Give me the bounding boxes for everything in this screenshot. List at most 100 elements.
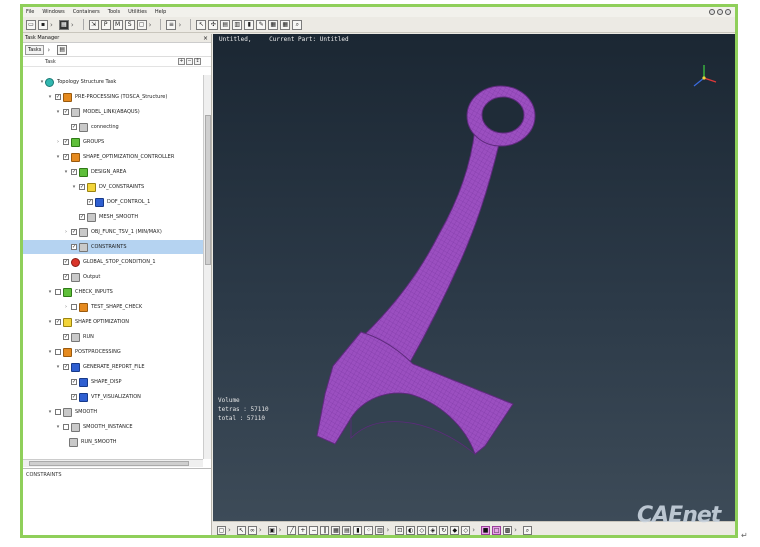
tree-toggle-icon[interactable]: ▾ xyxy=(47,409,53,415)
pause-icon[interactable]: ‖ xyxy=(320,525,330,535)
tree-row[interactable]: ✓ connecting xyxy=(23,120,203,134)
chevron-right-icon[interactable]: › xyxy=(514,526,517,534)
tree-toggle-icon[interactable]: ▾ xyxy=(47,94,53,100)
box-icon[interactable]: ▣ xyxy=(267,525,277,535)
tree-checkbox[interactable] xyxy=(63,424,69,430)
tree-checkbox[interactable]: ✓ xyxy=(79,184,85,190)
tree-row[interactable]: › ✓ GROUPS xyxy=(23,135,203,149)
scrollbar-thumb[interactable] xyxy=(205,115,211,265)
grid-view-icon[interactable]: ▦ xyxy=(58,19,69,30)
grid-icon[interactable]: ▦ xyxy=(331,525,341,535)
close-icon[interactable]: × xyxy=(203,34,208,43)
tree-toggle-icon[interactable]: › xyxy=(63,304,69,310)
close-window-button[interactable] xyxy=(725,9,731,15)
cube-solid-icon[interactable]: ◆ xyxy=(450,525,460,535)
collapse-icon[interactable]: − xyxy=(186,58,193,65)
m-module-icon[interactable]: M xyxy=(112,19,123,30)
minus-icon[interactable]: − xyxy=(309,525,319,535)
tree-row[interactable]: ▾ ✓ DESIGN_AREA xyxy=(23,165,203,179)
tree-row[interactable]: ✓ DOF_CONTROL_1 xyxy=(23,195,203,209)
save-icon[interactable]: ▪ xyxy=(38,19,48,30)
tree-checkbox[interactable] xyxy=(55,409,61,415)
tree-checkbox[interactable]: ✓ xyxy=(71,379,77,385)
pointer-icon[interactable]: ↖ xyxy=(196,19,207,30)
wire-shading-icon[interactable]: □ xyxy=(492,525,502,535)
chevron-right-icon[interactable]: › xyxy=(71,21,74,29)
solid-shading-icon[interactable]: ■ xyxy=(481,525,491,535)
tree-toggle-icon[interactable]: ▾ xyxy=(55,154,61,160)
tree-checkbox[interactable]: ✓ xyxy=(55,319,61,325)
chevron-right-icon[interactable]: › xyxy=(279,526,282,534)
sort-icon[interactable]: ↕ xyxy=(194,58,201,65)
chevron-right-icon[interactable]: › xyxy=(149,21,152,29)
tree-checkbox[interactable] xyxy=(55,289,61,295)
cube-edge-icon[interactable]: ◇ xyxy=(461,525,471,535)
trash-icon[interactable]: ▮ xyxy=(244,19,255,30)
grid-icon[interactable]: ▦ xyxy=(268,19,279,30)
tree-checkbox[interactable]: ✓ xyxy=(71,169,77,175)
tree-row[interactable]: ✓ Output xyxy=(23,270,203,284)
maximize-button[interactable] xyxy=(717,9,723,15)
tree-row[interactable]: ▾ POSTPROCESSING xyxy=(23,345,203,359)
tree-checkbox[interactable]: ✓ xyxy=(71,124,77,130)
menu-help[interactable]: Help xyxy=(155,9,166,15)
window-icon[interactable]: ▢ xyxy=(136,19,147,30)
tree-vertical-scrollbar[interactable] xyxy=(203,75,211,459)
tree-toggle-icon[interactable]: ▾ xyxy=(47,319,53,325)
tree-row[interactable]: ▾ CHECK_INPUTS xyxy=(23,285,203,299)
chevron-right-icon[interactable]: › xyxy=(50,21,53,29)
tree-toggle-icon[interactable]: › xyxy=(63,229,69,235)
tree-toggle-icon[interactable]: ▾ xyxy=(55,364,61,370)
cube-icon[interactable]: ◇ xyxy=(417,525,427,535)
document-icon[interactable]: ≡ xyxy=(166,19,177,30)
minimize-button[interactable] xyxy=(709,9,715,15)
tree-row[interactable]: ✓ CONSTRAINTS xyxy=(23,240,203,254)
tree-row[interactable]: ▾ SMOOTH xyxy=(23,405,203,419)
tree-toggle-icon[interactable]: › xyxy=(55,139,61,145)
tree-toggle-icon[interactable]: ▾ xyxy=(47,349,53,355)
tree-row[interactable]: RUN_SMOOTH xyxy=(23,435,203,449)
link-icon[interactable]: ∞ xyxy=(247,525,257,535)
tree-toggle-icon[interactable]: ▾ xyxy=(55,424,61,430)
pin-icon[interactable]: ✣ xyxy=(208,19,219,30)
tree-row[interactable]: ▾ ✓ PRE-PROCESSING (TOSCA_Structure) xyxy=(23,90,203,104)
tree-row[interactable]: ✓ VTF_VISUALIZATION xyxy=(23,390,203,404)
view-icon[interactable]: ▢ xyxy=(217,525,226,535)
tree-checkbox[interactable]: ✓ xyxy=(63,259,69,265)
tree-checkbox[interactable]: ✓ xyxy=(63,154,69,160)
menu-windows[interactable]: Windows xyxy=(42,9,64,15)
scrollbar-thumb[interactable] xyxy=(29,461,189,466)
tree-row[interactable]: ✓ RUN xyxy=(23,330,203,344)
chevron-right-icon[interactable]: › xyxy=(386,526,389,534)
tree-toggle-icon[interactable]: ▾ xyxy=(71,184,77,190)
zoom-icon[interactable]: ⌕ xyxy=(522,525,532,535)
tree-row[interactable]: ▾ ✓ MODEL_LINK(ABAQUS) xyxy=(23,105,203,119)
tree-checkbox[interactable]: ✓ xyxy=(63,334,69,340)
chevron-right-icon[interactable]: › xyxy=(259,526,262,534)
tree-checkbox[interactable] xyxy=(55,349,61,355)
tree-checkbox[interactable]: ✓ xyxy=(71,229,77,235)
import-icon[interactable]: ⇲ xyxy=(88,19,99,30)
fit-view-icon[interactable]: ⊡ xyxy=(395,525,405,535)
lock-icon[interactable]: ▮ xyxy=(353,525,363,535)
tree-toggle-icon[interactable]: ▾ xyxy=(63,169,69,175)
wrench-icon[interactable]: ✎ xyxy=(256,19,267,30)
chevron-right-icon[interactable]: › xyxy=(228,526,231,534)
expand-icon[interactable]: + xyxy=(178,58,185,65)
tree-row[interactable]: ✓ GLOBAL_STOP_CONDITION_1 xyxy=(23,255,203,269)
tree-row[interactable]: ▾ ✓ SHAPE OPTIMIZATION xyxy=(23,315,203,329)
tree-toggle-icon[interactable]: ▾ xyxy=(55,109,61,115)
tasks-tab[interactable]: Tasks xyxy=(25,44,45,55)
menu-file[interactable]: File xyxy=(26,9,34,15)
plus-icon[interactable]: + xyxy=(298,525,308,535)
table-icon[interactable]: ▥ xyxy=(375,525,385,535)
mesh-shading-icon[interactable]: ▩ xyxy=(503,525,513,535)
layers-icon[interactable]: ▤ xyxy=(342,525,352,535)
connecting-rod-mesh[interactable] xyxy=(213,34,735,521)
3d-viewport[interactable]: Untitled, Current Part: Untitled Volume … xyxy=(213,34,735,521)
tree-checkbox[interactable]: ✓ xyxy=(63,364,69,370)
select-icon[interactable]: ↖ xyxy=(236,525,246,535)
tree-checkbox[interactable]: ✓ xyxy=(79,214,85,220)
task-list-icon[interactable]: ▤ xyxy=(57,44,68,55)
tree-row[interactable]: ▾ SMOOTH_INSTANCE xyxy=(23,420,203,434)
